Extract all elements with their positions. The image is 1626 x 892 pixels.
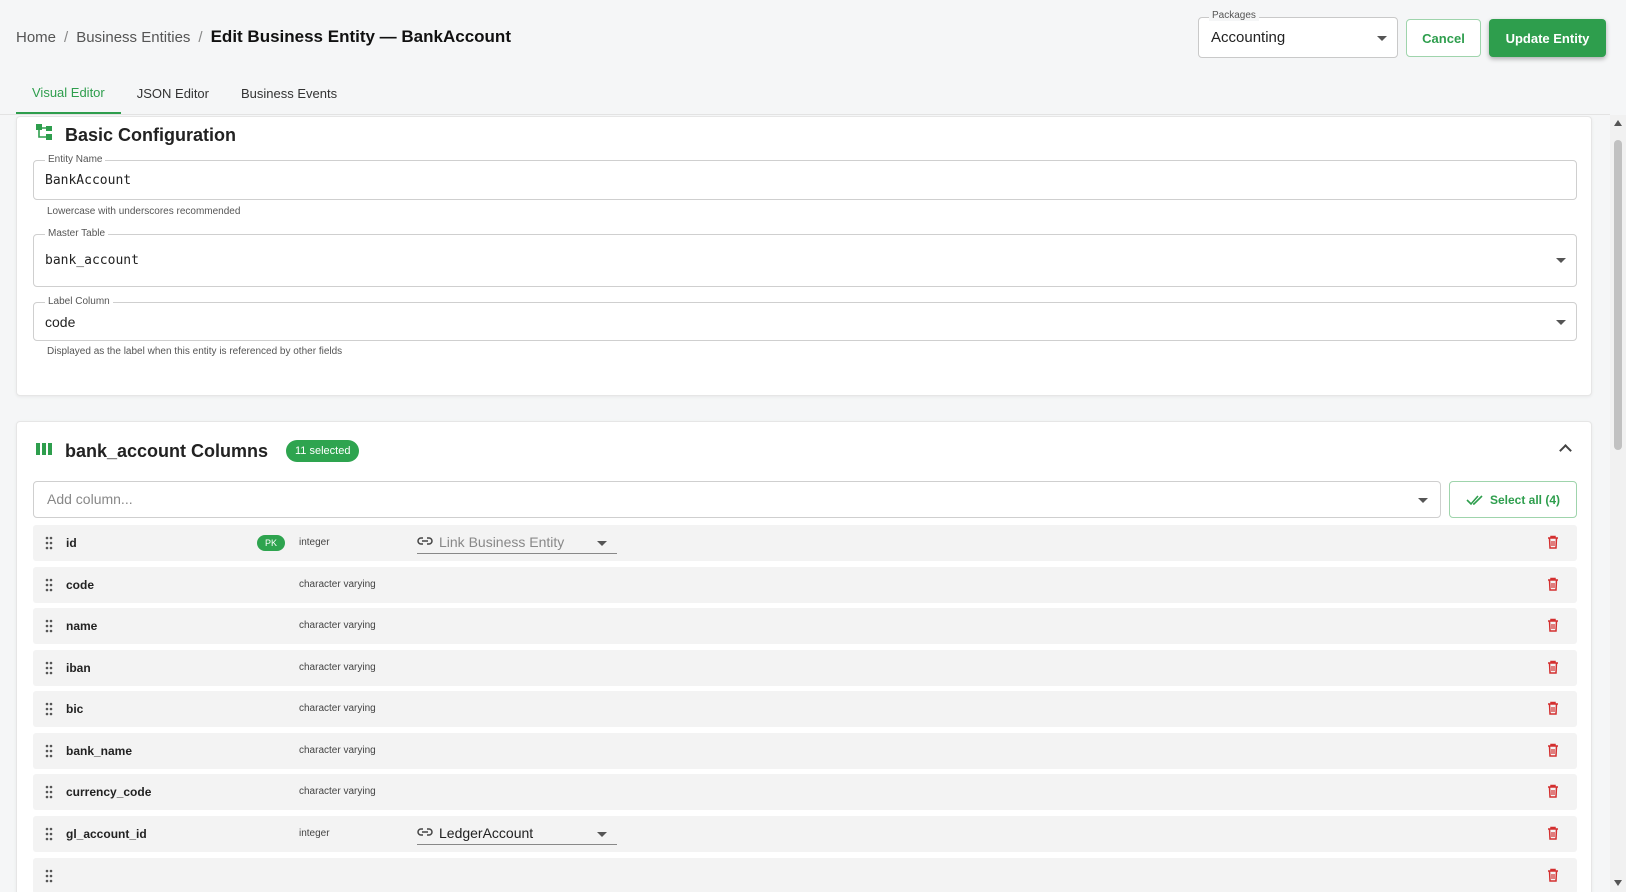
delete-column-icon[interactable]: [1547, 535, 1559, 554]
primary-key-badge: PK: [257, 535, 286, 551]
breadcrumb-home[interactable]: Home: [16, 29, 56, 46]
select-all-label: Select all (4): [1489, 492, 1561, 507]
double-check-icon: [1466, 494, 1483, 505]
basic-configuration-card: Basic Configuration Entity Name BankAcco…: [16, 116, 1592, 396]
columns-title: bank_account Columns: [65, 441, 269, 461]
entity-name-hint: Lowercase with underscores recommended: [47, 206, 241, 217]
hierarchy-icon: [36, 124, 52, 140]
scroll-up-icon[interactable]: [1614, 120, 1622, 126]
columns-icon: [36, 443, 52, 455]
breadcrumb-entities[interactable]: Business Entities: [76, 29, 190, 46]
link-business-entity-select[interactable]: Link Business Entity: [417, 532, 617, 554]
column-row: bic character varying: [33, 691, 1577, 727]
chevron-down-icon: [1418, 498, 1428, 503]
drag-handle-icon[interactable]: [45, 619, 53, 633]
entity-name-label: Entity Name: [45, 154, 106, 165]
delete-column-icon[interactable]: [1547, 618, 1559, 637]
column-row: code character varying: [33, 567, 1577, 603]
scrollbar-thumb[interactable]: [1614, 140, 1622, 450]
delete-column-icon[interactable]: [1547, 868, 1559, 887]
drag-handle-icon[interactable]: [45, 661, 53, 675]
basic-configuration-title: Basic Configuration: [65, 125, 237, 145]
delete-column-icon[interactable]: [1547, 784, 1559, 803]
cancel-button[interactable]: Cancel: [1406, 19, 1481, 57]
page-scrollbar[interactable]: [1610, 115, 1626, 892]
column-type: character varying: [299, 745, 376, 756]
column-name: gl_account_id: [66, 827, 147, 841]
column-type: character varying: [299, 579, 376, 590]
column-type: character varying: [299, 662, 376, 673]
link-business-entity-select[interactable]: LedgerAccount: [417, 823, 617, 845]
delete-column-icon[interactable]: [1547, 826, 1559, 845]
column-name: id: [66, 536, 77, 550]
column-row: bank_name character varying: [33, 733, 1577, 769]
columns-card: bank_account Columns 11 selected Add col…: [16, 421, 1592, 892]
entity-name-value: BankAccount: [45, 173, 132, 188]
column-row: name character varying: [33, 608, 1577, 644]
column-type: integer: [299, 828, 330, 839]
column-row: gl_account_id integer LedgerAccount: [33, 816, 1577, 852]
packages-select[interactable]: Packages Accounting: [1198, 10, 1398, 58]
column-type: character varying: [299, 620, 376, 631]
master-table-select[interactable]: Master Table bank_account: [33, 228, 1577, 287]
content-scroll-area: Basic Configuration Entity Name BankAcco…: [0, 116, 1610, 892]
column-name: bank_name: [66, 744, 133, 758]
tab-business-events[interactable]: Business Events: [225, 72, 353, 114]
top-bar: Home / Business Entities / Edit Business…: [0, 0, 1610, 115]
drag-handle-icon[interactable]: [45, 536, 53, 550]
drag-handle-icon[interactable]: [45, 785, 53, 799]
column-row: iban character varying: [33, 650, 1577, 686]
delete-column-icon[interactable]: [1547, 743, 1559, 762]
scroll-down-icon[interactable]: [1614, 880, 1622, 886]
tab-visual-editor[interactable]: Visual Editor: [16, 72, 121, 114]
breadcrumb-separator: /: [64, 28, 69, 46]
selected-count-badge: 11 selected: [286, 440, 360, 462]
column-row: [33, 858, 1577, 892]
breadcrumb-separator: /: [198, 28, 203, 46]
drag-handle-icon[interactable]: [45, 578, 53, 592]
drag-handle-icon[interactable]: [45, 702, 53, 716]
chevron-down-icon: [597, 832, 607, 837]
label-column-hint: Displayed as the label when this entity …: [47, 346, 343, 357]
column-type: character varying: [299, 703, 376, 714]
label-column-label: Label Column: [45, 296, 113, 307]
chevron-down-icon: [1377, 36, 1387, 41]
master-table-label: Master Table: [45, 228, 109, 239]
column-row: id PK integer Link Business Entity: [33, 525, 1577, 561]
column-name: currency_code: [66, 785, 152, 799]
link-entity-value: Link Business Entity: [439, 534, 565, 550]
delete-column-icon[interactable]: [1547, 660, 1559, 679]
chevron-up-icon[interactable]: [1559, 444, 1572, 457]
breadcrumb: Home / Business Entities / Edit Business…: [16, 27, 511, 47]
label-column-select[interactable]: Label Column code: [33, 296, 1577, 341]
chevron-down-icon: [1556, 320, 1566, 325]
label-column-value: code: [45, 314, 76, 330]
select-all-button[interactable]: Select all (4): [1449, 481, 1577, 518]
add-column-placeholder: Add column...: [47, 491, 133, 507]
column-name: iban: [66, 661, 91, 675]
packages-label: Packages: [1209, 10, 1259, 21]
drag-handle-icon[interactable]: [45, 744, 53, 758]
master-table-value: bank_account: [45, 253, 139, 268]
column-type: character varying: [299, 786, 376, 797]
delete-column-icon[interactable]: [1547, 577, 1559, 596]
column-type: integer: [299, 537, 330, 548]
tab-json-editor[interactable]: JSON Editor: [121, 72, 225, 114]
link-entity-value: LedgerAccount: [439, 825, 534, 841]
editor-tabs: Visual Editor JSON Editor Business Event…: [16, 72, 353, 114]
page-title: Edit Business Entity — BankAccount: [210, 27, 511, 46]
column-name: name: [66, 619, 98, 633]
update-entity-button[interactable]: Update Entity: [1489, 19, 1606, 57]
drag-handle-icon[interactable]: [45, 869, 53, 883]
entity-name-field[interactable]: Entity Name BankAccount: [33, 154, 1577, 200]
drag-handle-icon[interactable]: [45, 827, 53, 841]
add-column-select[interactable]: Add column...: [33, 481, 1441, 518]
chevron-down-icon: [597, 541, 607, 546]
column-row: currency_code character varying: [33, 774, 1577, 810]
column-name: bic: [66, 702, 84, 716]
delete-column-icon[interactable]: [1547, 701, 1559, 720]
chevron-down-icon: [1556, 258, 1566, 263]
column-name: code: [66, 578, 95, 592]
packages-value: Accounting: [1211, 29, 1286, 46]
